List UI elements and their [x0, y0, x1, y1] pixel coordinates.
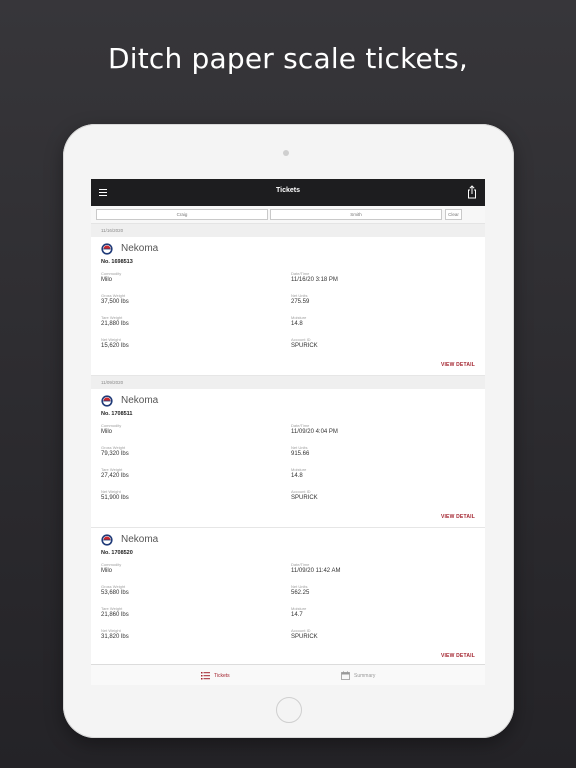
share-icon[interactable]: [467, 185, 477, 199]
moisture-field: Moisture 14.8: [291, 315, 451, 328]
field-value: 562.25: [291, 590, 310, 596]
search-row: Clear: [91, 206, 485, 224]
field-value: 14.8: [291, 321, 303, 327]
datetime-field: Date/Time 11/09/20 11:42 AM: [291, 562, 451, 575]
view-detail-link[interactable]: VIEW DETAIL: [441, 362, 475, 368]
field-value: 15,620 lbs: [101, 343, 129, 349]
tare-weight-field: Tare Weight 27,420 lbs: [101, 467, 261, 480]
company-logo-icon: [101, 395, 113, 407]
net-weight-field: Net Weight 31,820 lbs: [101, 628, 261, 641]
last-name-input[interactable]: [270, 209, 442, 220]
company-logo-icon: [101, 243, 113, 255]
site-name: Nekoma: [121, 534, 159, 545]
view-detail-link[interactable]: VIEW DETAIL: [441, 514, 475, 520]
datetime-field: Date/Time 11/16/20 3:18 PM: [291, 271, 451, 284]
field-value: 37,500 lbs: [101, 299, 129, 305]
field-value: 11/09/20 11:42 AM: [291, 568, 341, 574]
tare-weight-field: Tare Weight 21,860 lbs: [101, 606, 261, 619]
ticket-number: No. 1708520: [101, 550, 133, 556]
view-detail-link[interactable]: VIEW DETAIL: [441, 653, 475, 659]
commodity-field: Commodity Milo: [101, 271, 261, 284]
account-id-field: Account ID SPURICK: [291, 337, 451, 350]
gross-weight-field: Gross Weight 37,500 lbs: [101, 293, 261, 306]
net-weight-field: Net Weight 15,620 lbs: [101, 337, 261, 350]
field-value: Milo: [101, 429, 113, 435]
camera-dot: [283, 150, 289, 156]
field-value: SPURICK: [291, 634, 318, 640]
field-value: 79,320 lbs: [101, 451, 129, 457]
date-header: 11/09/2020: [91, 376, 485, 389]
ticket-number: No. 1698513: [101, 259, 133, 265]
field-value: Milo: [101, 277, 113, 283]
app-screen: Tickets Clear 11/16/2020: [91, 179, 485, 685]
moisture-field: Moisture 14.7: [291, 606, 451, 619]
field-value: 27,420 lbs: [101, 473, 129, 479]
net-weight-field: Net Weight 51,900 lbs: [101, 489, 261, 502]
field-value: 21,860 lbs: [101, 612, 129, 618]
ticket-list[interactable]: 11/16/2020 Nekoma No. 1698513 Commodity …: [91, 224, 485, 668]
ticket-card: Nekoma No. 1698513 Commodity Milo Date/T…: [91, 237, 485, 376]
ticket-card: Nekoma No. 1708520 Commodity Milo Date/T…: [91, 528, 485, 668]
field-value: 915.66: [291, 451, 310, 457]
list-icon: [201, 672, 210, 680]
tab-bar: Tickets Summary: [91, 664, 485, 685]
clear-button[interactable]: Clear: [445, 209, 462, 220]
field-value: 53,680 lbs: [101, 590, 129, 596]
tab-label: Summary: [354, 673, 376, 679]
date-header: 11/16/2020: [91, 224, 485, 237]
gross-weight-field: Gross Weight 79,320 lbs: [101, 445, 261, 458]
account-id-field: Account ID SPURICK: [291, 489, 451, 502]
account-id-field: Account ID SPURICK: [291, 628, 451, 641]
field-value: 11/16/20 3:18 PM: [291, 277, 338, 283]
nav-bar: Tickets: [91, 179, 485, 206]
datetime-field: Date/Time 11/09/20 4:04 PM: [291, 423, 451, 436]
field-value: 31,820 lbs: [101, 634, 129, 640]
net-units-field: Net Units 275.59: [291, 293, 451, 306]
field-value: SPURICK: [291, 343, 318, 349]
headline: Ditch paper scale tickets,: [107, 42, 468, 75]
ticket-number: No. 1708511: [101, 411, 133, 417]
commodity-field: Commodity Milo: [101, 562, 261, 575]
field-value: 51,900 lbs: [101, 495, 129, 501]
ticket-card: Nekoma No. 1708511 Commodity Milo Date/T…: [91, 389, 485, 528]
field-value: 14.7: [291, 612, 303, 618]
first-name-input[interactable]: [96, 209, 268, 220]
field-value: Milo: [101, 568, 113, 574]
ipad-frame: Tickets Clear 11/16/2020: [63, 124, 514, 738]
commodity-field: Commodity Milo: [101, 423, 261, 436]
net-units-field: Net Units 915.66: [291, 445, 451, 458]
tab-label: Tickets: [214, 673, 230, 679]
calendar-icon: [341, 671, 350, 680]
net-units-field: Net Units 562.25: [291, 584, 451, 597]
tare-weight-field: Tare Weight 21,880 lbs: [101, 315, 261, 328]
field-value: 21,880 lbs: [101, 321, 129, 327]
nav-title: Tickets: [276, 187, 300, 194]
site-name: Nekoma: [121, 395, 159, 406]
field-value: 14.8: [291, 473, 303, 479]
site-name: Nekoma: [121, 243, 159, 254]
gross-weight-field: Gross Weight 53,680 lbs: [101, 584, 261, 597]
moisture-field: Moisture 14.8: [291, 467, 451, 480]
home-button[interactable]: [276, 697, 302, 723]
company-logo-icon: [101, 534, 113, 546]
field-value: 11/09/20 4:04 PM: [291, 429, 338, 435]
field-value: SPURICK: [291, 495, 318, 501]
field-value: 275.59: [291, 299, 310, 305]
